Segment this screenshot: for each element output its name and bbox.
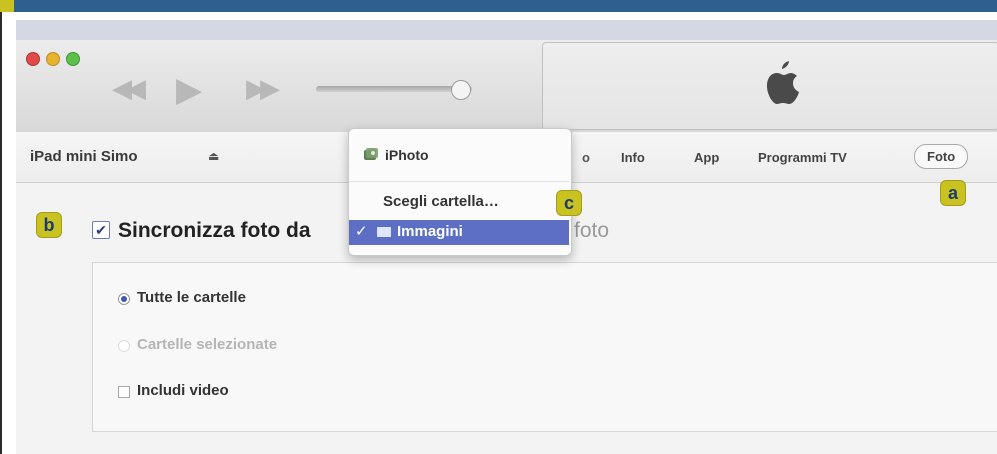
apple-logo-icon (767, 61, 799, 104)
tab-foto[interactable]: Foto (914, 144, 969, 169)
tab-app[interactable]: App (694, 150, 719, 165)
zoom-icon[interactable] (66, 52, 80, 66)
include-video-checkbox[interactable] (118, 386, 130, 398)
play-icon[interactable]: ▶ (176, 70, 202, 110)
radio-selected-folders[interactable] (118, 340, 130, 352)
check-icon: ✓ (355, 223, 368, 240)
player-toolbar: ◀◀ ▶ ▶▶ (16, 40, 997, 133)
volume-slider[interactable] (316, 86, 472, 92)
eject-icon[interactable]: ⏏ (208, 149, 219, 163)
dropdown-item-iphoto[interactable]: iPhoto (385, 147, 429, 163)
tab-info[interactable]: Info (621, 150, 645, 165)
annotation-badge-c: c (556, 190, 582, 216)
dropdown-item-immagini[interactable]: ✓ Immagini (349, 220, 569, 245)
window-title-strip (16, 20, 997, 40)
radio-all-folders[interactable] (118, 293, 130, 305)
sync-photos-checkbox[interactable]: ✔ (92, 221, 110, 239)
annotation-badge-a: a (940, 180, 966, 206)
close-icon[interactable] (26, 52, 40, 66)
minimize-icon[interactable] (46, 52, 60, 66)
dropdown-item-immagini-label: Immagini (397, 223, 463, 240)
tab-partial[interactable]: o (582, 150, 590, 165)
lcd-display (542, 42, 997, 130)
top-banner-accent (0, 0, 14, 12)
rewind-icon[interactable]: ◀◀ (112, 74, 146, 104)
dropdown-separator (349, 181, 569, 182)
selected-folders-label: Cartelle selezionate (137, 336, 278, 353)
sync-photos-label-tail: foto (574, 219, 610, 242)
dropdown-item-choose-folder[interactable]: Scegli cartella… (383, 193, 499, 210)
all-folders-label: Tutte le cartelle (137, 289, 246, 306)
source-dropdown-menu: iPhoto Scegli cartella… ✓ Immagini (348, 128, 572, 256)
folder-icon (377, 227, 391, 237)
fast-forward-icon[interactable]: ▶▶ (246, 74, 280, 104)
annotation-badge-b: b (36, 212, 62, 238)
iphoto-icon (364, 148, 378, 160)
include-video-label: Includi video (137, 382, 229, 399)
volume-knob[interactable] (450, 80, 471, 100)
tab-programmi-tv[interactable]: Programmi TV (758, 150, 847, 165)
device-name[interactable]: iPad mini Simo (30, 148, 138, 165)
sync-photos-label: Sincronizza foto da (118, 219, 311, 242)
top-banner-bar (0, 0, 997, 12)
